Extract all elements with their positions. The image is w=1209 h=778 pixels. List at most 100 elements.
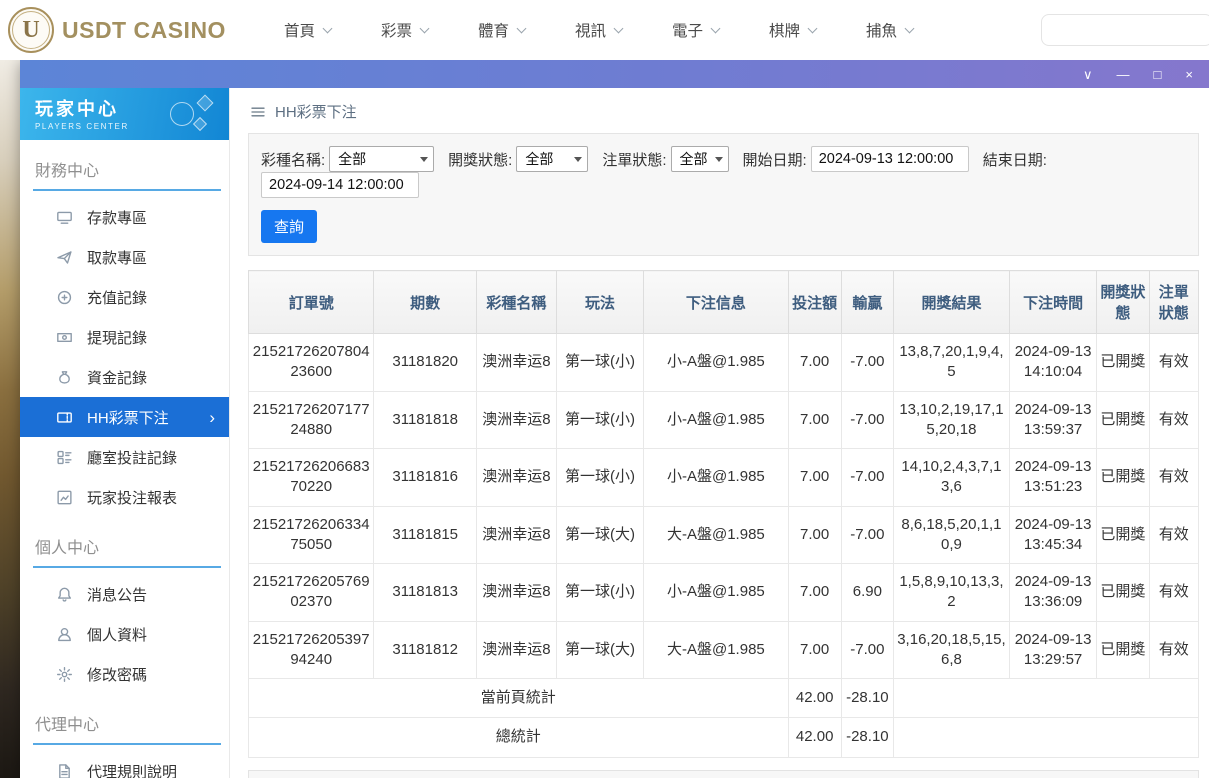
table-cell: 有效 — [1149, 391, 1198, 449]
table-cell: 2152172620576902370 — [249, 564, 374, 622]
start-date-input[interactable] — [811, 146, 969, 172]
chevron-down-icon[interactable]: ∨ — [1083, 68, 1093, 81]
table-cell: 2024-09-13 13:45:34 — [1009, 506, 1096, 564]
close-icon[interactable]: × — [1185, 68, 1193, 81]
table-cell: 31181813 — [374, 564, 477, 622]
chevron-down-icon — [323, 23, 333, 33]
sidebar-section-title: 個人中心 — [33, 517, 221, 568]
maximize-icon[interactable]: □ — [1154, 68, 1162, 81]
logo[interactable]: U USDT CASINO — [8, 7, 226, 53]
column-header: 開獎結果 — [894, 271, 1010, 334]
topnav-item[interactable]: 首頁 — [284, 19, 331, 41]
chevron-right-icon: › — [209, 409, 215, 426]
chevron-down-icon — [905, 23, 915, 33]
chevron-down-icon — [517, 23, 527, 33]
pagination-bar: 每頁顯示20條 共6条 首页 上一页 1 下一页 第 页 跳转 — [248, 770, 1199, 778]
table-cell: 2152172620668370220 — [249, 449, 374, 507]
table-cell: 7.00 — [788, 621, 841, 679]
table-cell: -7.00 — [841, 391, 893, 449]
sidebar-item[interactable]: 提現記錄 — [20, 317, 229, 357]
lottery-name-select[interactable]: 全部 — [329, 146, 434, 172]
topnav-rounded-box — [1041, 14, 1209, 46]
table-cell: 14,10,2,4,3,7,13,6 — [894, 449, 1010, 507]
menu-icon[interactable] — [250, 104, 266, 120]
sidebar-item[interactable]: 取款專區 — [20, 237, 229, 277]
topnav-item[interactable]: 視訊 — [575, 19, 622, 41]
page-header: HH彩票下注 — [248, 88, 1199, 133]
doc-icon — [56, 763, 73, 778]
sidebar-item[interactable]: 個人資料 — [20, 614, 229, 654]
sidebar-item[interactable]: 存款專區 — [20, 197, 229, 237]
table-cell: 有效 — [1149, 621, 1198, 679]
summary-row: 當前頁統計42.00-28.10 — [249, 679, 1199, 718]
table-cell: 有效 — [1149, 334, 1198, 392]
table-cell: 31181820 — [374, 334, 477, 392]
topnav-menu: 首頁 彩票 體育 視訊 電子 棋牌 捕魚 — [284, 19, 913, 41]
sidebar-item[interactable]: 廳室投註記錄 — [20, 437, 229, 477]
select-value: 全部 — [338, 149, 366, 169]
table-cell: 13,8,7,20,1,9,4,5 — [894, 334, 1010, 392]
chevron-down-icon — [614, 23, 624, 33]
summary-bet-total: 42.00 — [788, 679, 841, 718]
table-cell: 2024-09-13 13:36:09 — [1009, 564, 1096, 622]
table-cell: 7.00 — [788, 449, 841, 507]
table-cell: 8,6,18,5,20,1,10,9 — [894, 506, 1010, 564]
table-cell: 澳洲幸运8 — [476, 506, 556, 564]
table-cell: -7.00 — [841, 621, 893, 679]
table-cell: 已開獎 — [1097, 506, 1149, 564]
table-cell: 澳洲幸运8 — [476, 621, 556, 679]
sidebar-item[interactable]: 充值記錄 — [20, 277, 229, 317]
minimize-icon[interactable]: — — [1117, 68, 1130, 81]
sidebar-item[interactable]: 代理規則說明 — [20, 751, 229, 778]
topnav-item[interactable]: 捕魚 — [866, 19, 913, 41]
sidebar-section-title: 財務中心 — [33, 140, 221, 191]
sidebar-item[interactable]: 資金記錄 — [20, 357, 229, 397]
table-cell: 31181812 — [374, 621, 477, 679]
table-cell: 31181816 — [374, 449, 477, 507]
table-row: 215217262066837022031181816澳洲幸运8第一球(小)小-… — [249, 449, 1199, 507]
sidebar-item-label: 存款專區 — [87, 207, 147, 228]
topnav-item[interactable]: 電子 — [672, 19, 719, 41]
table-row: 215217262063347505031181815澳洲幸运8第一球(大)大-… — [249, 506, 1199, 564]
filter-label: 彩種名稱: — [261, 149, 325, 170]
chevron-down-icon — [420, 157, 428, 162]
table-cell: 2152172620717724880 — [249, 391, 374, 449]
table-cell: 2152172620539794240 — [249, 621, 374, 679]
sidebar-item[interactable]: 玩家投注報表 — [20, 477, 229, 517]
page-title: HH彩票下注 — [275, 101, 357, 122]
sidebar: 玩家中心 PLAYERS CENTER 財務中心存款專區取款專區充值記錄提現記錄… — [20, 88, 230, 778]
cashout-icon — [56, 329, 73, 346]
table-row: 215217262053979424031181812澳洲幸运8第一球(大)大-… — [249, 621, 1199, 679]
summary-row: 總統計42.00-28.10 — [249, 718, 1199, 757]
report-icon — [56, 489, 73, 506]
sidebar-item-label: 資金記錄 — [87, 367, 147, 388]
sidebar-item-label: 提現記錄 — [87, 327, 147, 348]
table-row: 215217262071772488031181818澳洲幸运8第一球(小)小-… — [249, 391, 1199, 449]
topnav-item-label: 首頁 — [284, 19, 315, 41]
column-header: 下注時間 — [1009, 271, 1096, 334]
topnav-item-label: 電子 — [672, 19, 703, 41]
recharge-icon — [56, 289, 73, 306]
end-date-input[interactable] — [261, 172, 419, 198]
column-header: 彩種名稱 — [476, 271, 556, 334]
table-cell: 大-A盤@1.985 — [644, 506, 788, 564]
sidebar-item[interactable]: 修改密碼 — [20, 654, 229, 694]
withdraw-icon — [56, 249, 73, 266]
gear-icon — [56, 666, 73, 683]
chevron-down-icon — [574, 157, 582, 162]
sidebar-item-label: 個人資料 — [87, 624, 147, 645]
sidebar-item-label: HH彩票下注 — [87, 407, 169, 428]
order-status-select[interactable]: 全部 — [671, 146, 729, 172]
sidebar-item[interactable]: HH彩票下注 › — [20, 397, 229, 437]
draw-status-select[interactable]: 全部 — [516, 146, 588, 172]
search-button[interactable]: 查詢 — [261, 210, 317, 243]
topnav-item[interactable]: 棋牌 — [769, 19, 816, 41]
table-cell: 澳洲幸运8 — [476, 334, 556, 392]
table-cell: 有效 — [1149, 564, 1198, 622]
table-cell: 第一球(小) — [556, 334, 643, 392]
table-cell: 2024-09-13 13:59:37 — [1009, 391, 1096, 449]
sidebar-item[interactable]: 消息公告 — [20, 574, 229, 614]
table-cell: 2152172620633475050 — [249, 506, 374, 564]
topnav-item[interactable]: 體育 — [478, 19, 525, 41]
topnav-item[interactable]: 彩票 — [381, 19, 428, 41]
